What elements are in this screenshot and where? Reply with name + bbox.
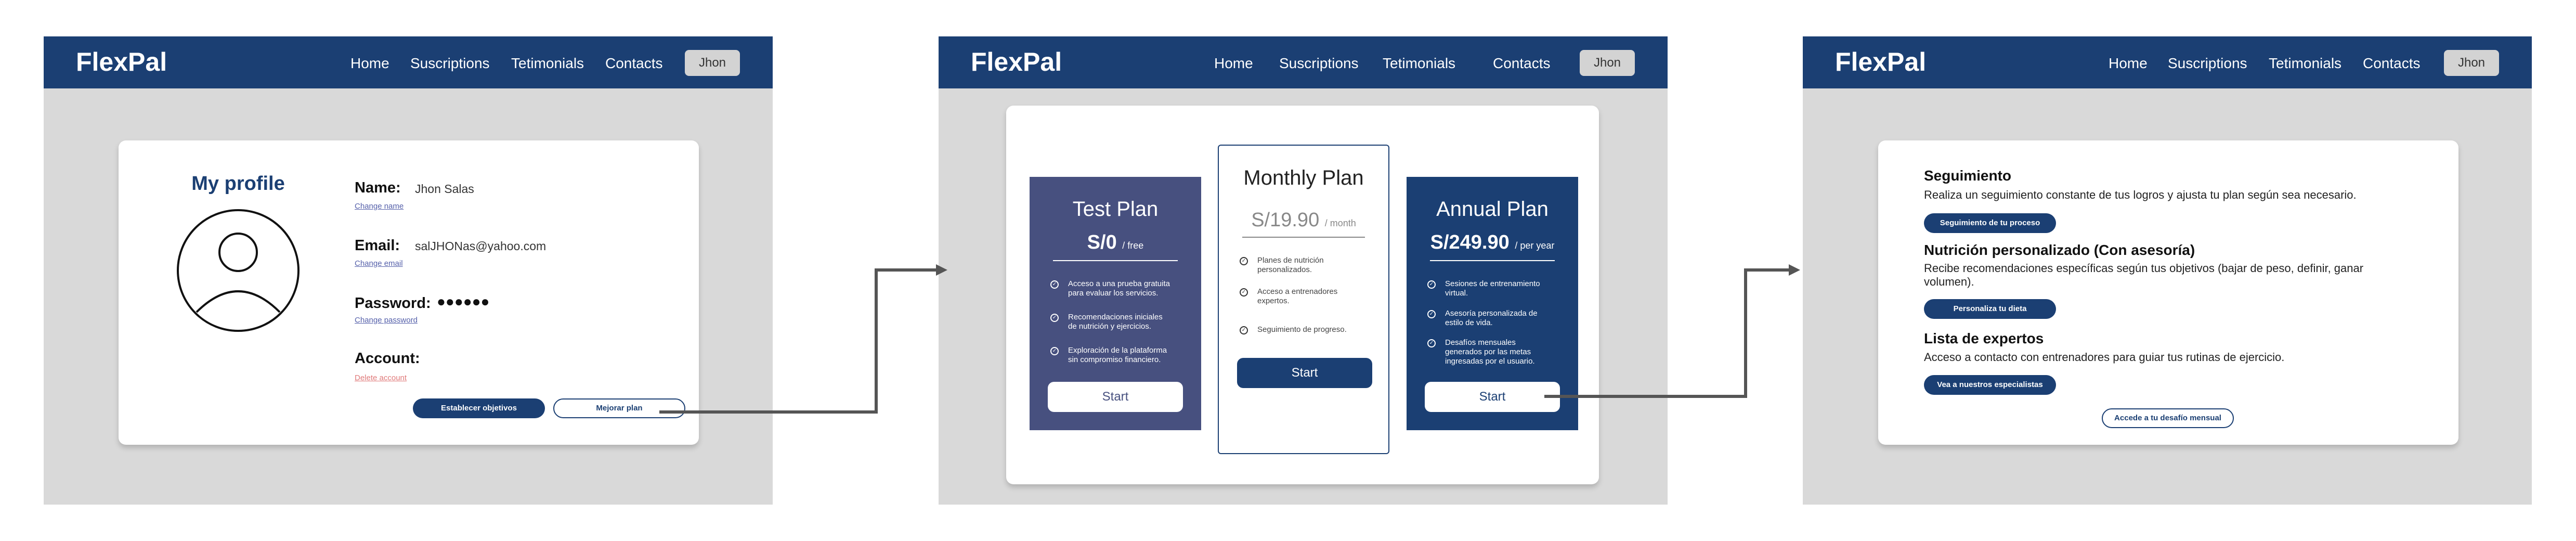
change-password-link[interactable]: Change password xyxy=(355,316,418,325)
nav-contacts[interactable]: Contacts xyxy=(2363,55,2421,72)
plans-screen: FlexPal Home Suscriptions Tetimonials Co… xyxy=(939,36,1668,505)
check-icon: ✓ xyxy=(1240,257,1248,265)
start-button[interactable]: Start xyxy=(1425,382,1560,412)
services-screen: FlexPal Home Suscriptions Tetimonials Co… xyxy=(1803,36,2532,505)
plan-feature: ✓ Sesiones de entrenamiento virtual. xyxy=(1427,279,1547,298)
profile-title: My profile xyxy=(191,173,285,195)
tracking-description: Realiza un seguimiento constante de tus … xyxy=(1924,188,2357,201)
plan-divider xyxy=(1242,237,1365,238)
profile-screen: FlexPal Home Suscriptions Tetimonials Co… xyxy=(44,36,773,505)
plan-title: Annual Plan xyxy=(1436,198,1549,221)
brand-logo[interactable]: FlexPal xyxy=(76,47,167,77)
nav-home[interactable]: Home xyxy=(350,55,389,72)
plan-price: S/19.90 / month xyxy=(1219,209,1388,231)
services-card: Seguimiento Realiza un seguimiento const… xyxy=(1878,140,2458,445)
check-icon: ✓ xyxy=(1050,347,1059,355)
password-label: Password: xyxy=(355,295,431,312)
plan-feature: ✓ Acceso a entrenadores expertos. xyxy=(1240,287,1359,306)
nav-testimonials[interactable]: Tetimonials xyxy=(2269,55,2341,72)
avatar-icon xyxy=(177,209,300,332)
start-button[interactable]: Start xyxy=(1048,382,1183,412)
price-amount: S/19.90 xyxy=(1251,209,1320,231)
user-menu-button[interactable]: Jhon xyxy=(2444,50,2499,76)
change-name-link[interactable]: Change name xyxy=(355,202,404,211)
nav-home[interactable]: Home xyxy=(2109,55,2148,72)
nav-suscriptions[interactable]: Suscriptions xyxy=(2168,55,2247,72)
email-value: salJHONas@yahoo.com xyxy=(415,239,547,253)
nav-contacts[interactable]: Contacts xyxy=(1493,55,1551,72)
price-period: / free xyxy=(1122,240,1144,251)
plan-price: S/0 / free xyxy=(1030,231,1201,254)
start-button[interactable]: Start xyxy=(1237,358,1372,388)
nav-testimonials[interactable]: Tetimonials xyxy=(1383,55,1455,72)
plan-feature: ✓ Planes de nutrición personalizados. xyxy=(1240,256,1359,275)
account-label: Account: xyxy=(355,350,420,367)
price-amount: S/0 xyxy=(1087,231,1117,253)
nav-contacts[interactable]: Contacts xyxy=(605,55,663,72)
check-icon: ✓ xyxy=(1427,310,1436,318)
delete-account-link[interactable]: Delete account xyxy=(355,373,407,382)
plan-card-monthly: Monthly Plan S/19.90 / month ✓ Planes de… xyxy=(1218,145,1389,454)
plan-card-test: Test Plan S/0 / free ✓ Acceso a una prue… xyxy=(1030,177,1201,430)
tracking-button[interactable]: Seguimiento de tu proceso xyxy=(1924,213,2056,233)
plan-feature: ✓ Exploración de la plataforma sin compr… xyxy=(1050,346,1170,365)
plan-feature: ✓ Seguimiento de progreso. xyxy=(1240,325,1359,334)
check-icon: ✓ xyxy=(1240,326,1248,334)
plan-divider xyxy=(1053,260,1178,261)
check-icon: ✓ xyxy=(1050,314,1059,322)
nutrition-description: Recibe recomendaciones específicas según… xyxy=(1924,262,2364,288)
plan-price: S/249.90 / per year xyxy=(1407,231,1578,254)
plan-feature: ✓ Desafíos mensuales generados por las m… xyxy=(1427,338,1547,366)
nav-testimonials[interactable]: Tetimonials xyxy=(511,55,584,72)
check-icon: ✓ xyxy=(1050,280,1059,289)
email-label: Email: xyxy=(355,237,400,254)
nutrition-button[interactable]: Personaliza tu dieta xyxy=(1924,299,2056,319)
nutrition-title: Nutrición personalizado (Con asesoría) xyxy=(1924,242,2195,258)
password-value: ●●●●●● xyxy=(437,293,490,310)
experts-title: Lista de expertos xyxy=(1924,330,2044,346)
upgrade-plan-button[interactable]: Mejorar plan xyxy=(553,398,685,418)
check-icon: ✓ xyxy=(1240,288,1248,297)
navbar: FlexPal Home Suscriptions Tetimonials Co… xyxy=(44,36,773,88)
tracking-title: Seguimiento xyxy=(1924,168,2012,184)
name-value: Jhon Salas xyxy=(415,182,474,196)
plan-title: Monthly Plan xyxy=(1243,166,1364,189)
plan-feature: ✓ Acceso a una prueba gratuita para eval… xyxy=(1050,279,1170,298)
profile-card: My profile Name: Jhon Salas Change name … xyxy=(119,140,699,445)
plan-feature: ✓ Recomendaciones iniciales de nutrición… xyxy=(1050,313,1170,331)
change-email-link[interactable]: Change email xyxy=(355,259,403,268)
plan-divider xyxy=(1430,260,1555,261)
check-icon: ✓ xyxy=(1427,339,1436,347)
navbar: FlexPal Home Suscriptions Tetimonials Co… xyxy=(1803,36,2532,88)
experts-description: Acceso a contacto con entrenadores para … xyxy=(1924,351,2285,364)
price-amount: S/249.90 xyxy=(1430,231,1510,253)
monthly-challenge-button[interactable]: Accede a tu desafío mensual xyxy=(2102,408,2234,428)
arrow-head-2 xyxy=(1789,264,1800,276)
experts-button[interactable]: Vea a nuestros especialistas xyxy=(1924,375,2056,395)
nav-home[interactable]: Home xyxy=(1214,55,1253,72)
user-menu-button[interactable]: Jhon xyxy=(685,50,740,76)
navbar: FlexPal Home Suscriptions Tetimonials Co… xyxy=(939,36,1668,88)
check-icon: ✓ xyxy=(1427,280,1436,289)
brand-logo[interactable]: FlexPal xyxy=(971,47,1062,77)
plan-card-annual: Annual Plan S/249.90 / per year ✓ Sesion… xyxy=(1407,177,1578,430)
plan-title: Test Plan xyxy=(1072,198,1159,221)
set-goals-button[interactable]: Establecer objetivos xyxy=(413,398,545,418)
price-period: / per year xyxy=(1515,240,1555,251)
price-period: / month xyxy=(1324,218,1356,228)
plans-card: Test Plan S/0 / free ✓ Acceso a una prue… xyxy=(1006,106,1599,484)
brand-logo[interactable]: FlexPal xyxy=(1835,47,1926,77)
plan-feature: ✓ Asesoría personalizada de estilo de vi… xyxy=(1427,309,1547,328)
nav-suscriptions[interactable]: Suscriptions xyxy=(1279,55,1359,72)
user-menu-button[interactable]: Jhon xyxy=(1580,50,1635,76)
nav-suscriptions[interactable]: Suscriptions xyxy=(410,55,490,72)
name-label: Name: xyxy=(355,179,401,196)
